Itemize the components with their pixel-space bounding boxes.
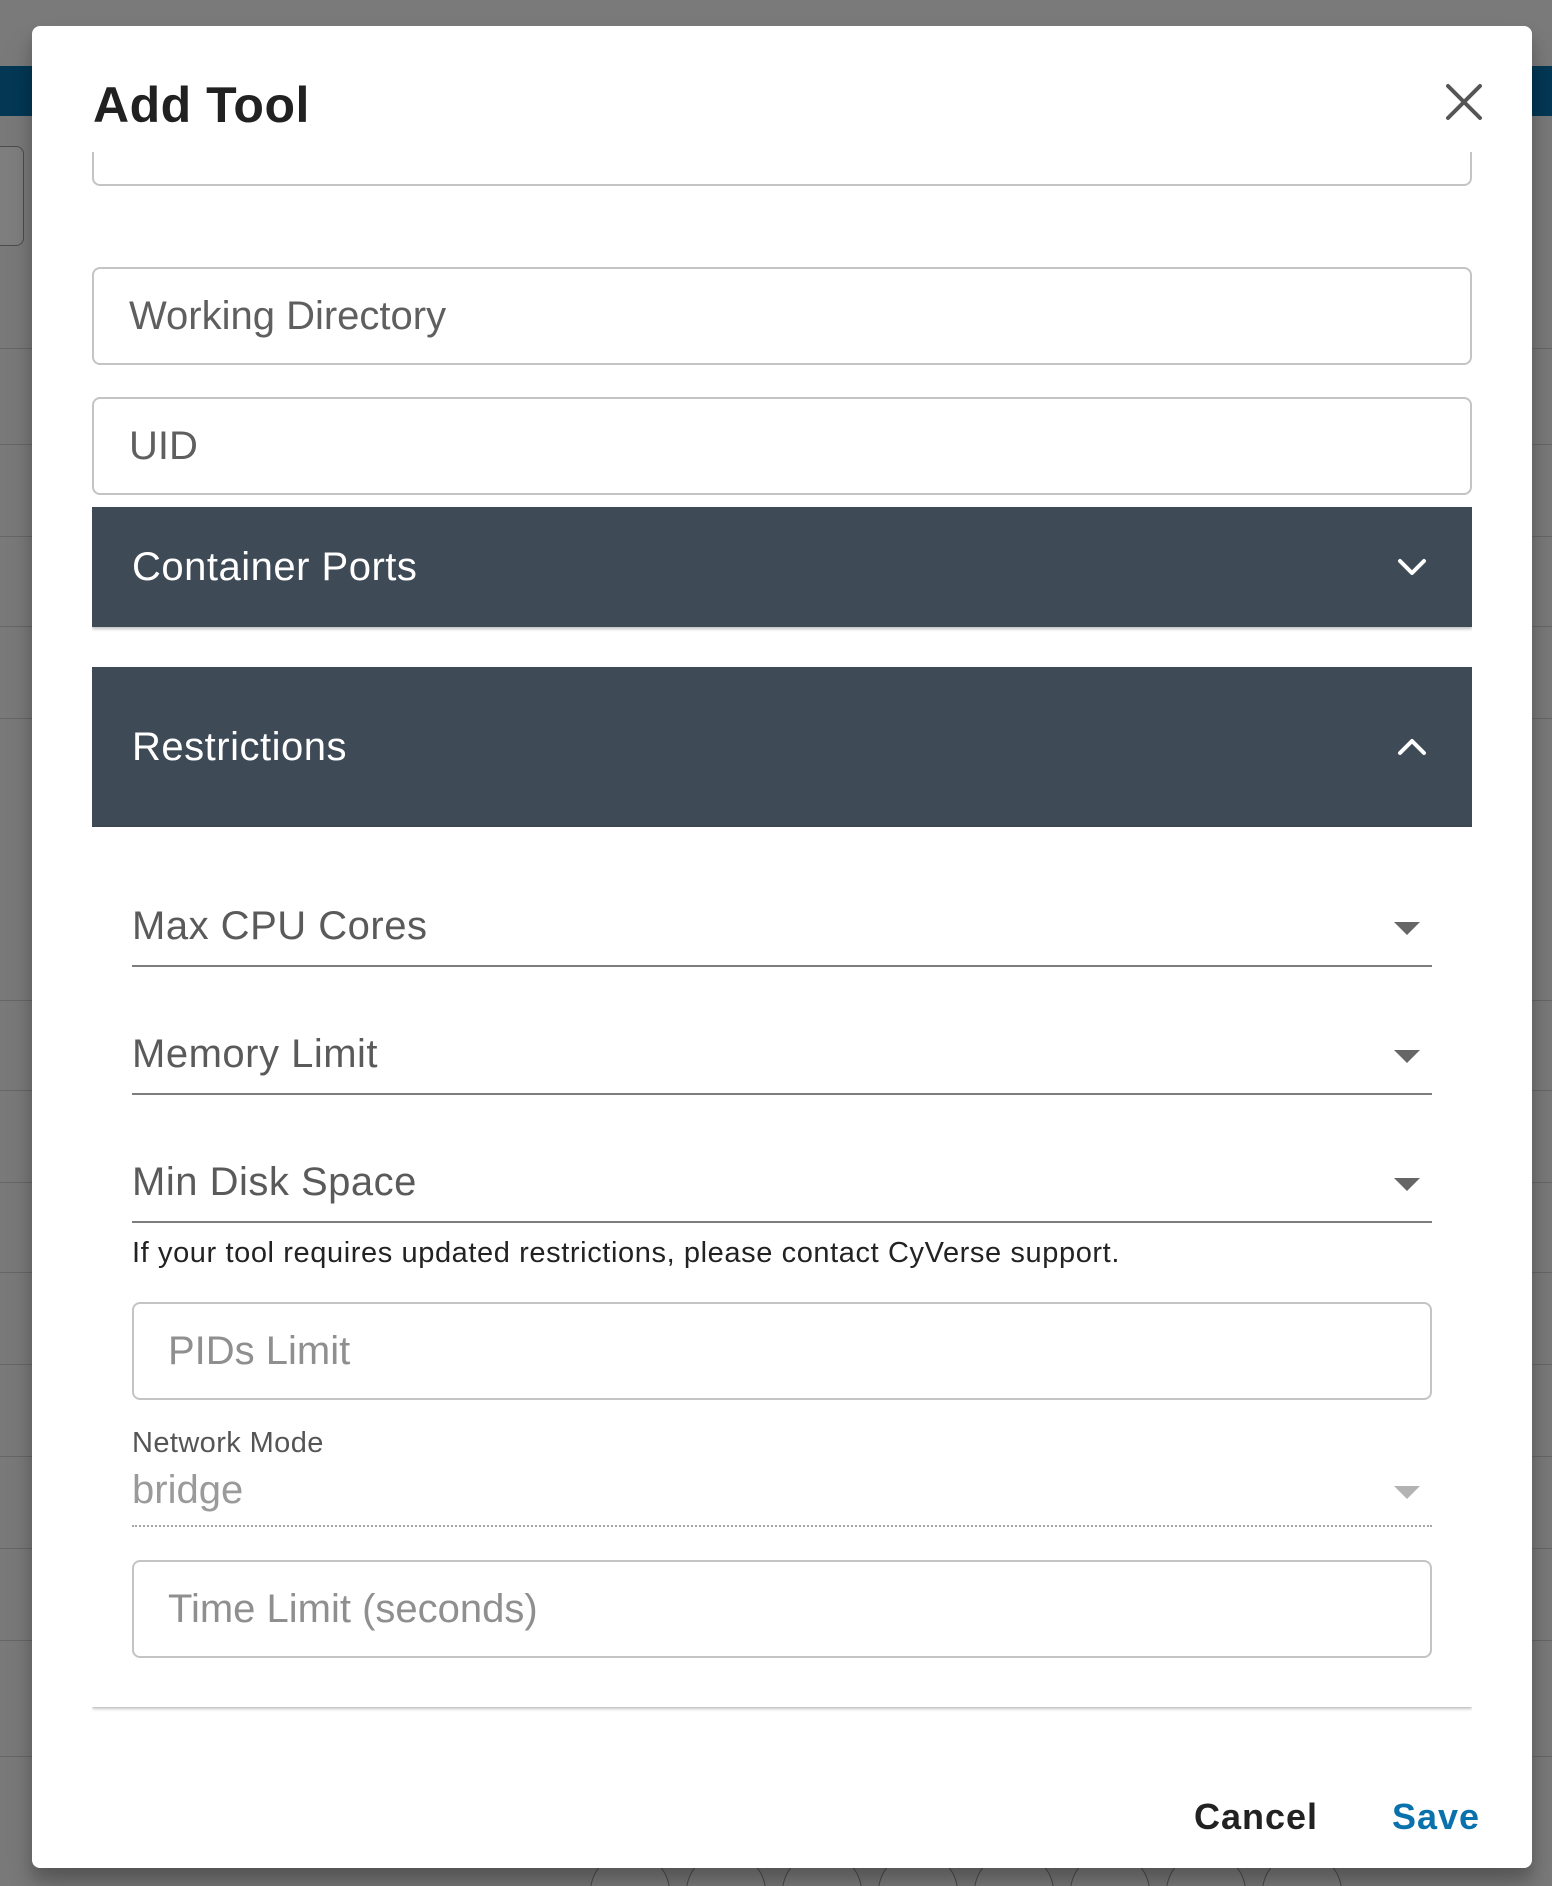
- working-directory-field[interactable]: Working Directory: [92, 267, 1472, 365]
- memory-limit-select[interactable]: Memory Limit: [132, 995, 1432, 1095]
- chevron-down-icon: [1398, 559, 1426, 575]
- memory-limit-label: Memory Limit: [132, 1032, 379, 1076]
- dropdown-arrow-icon: [1394, 1178, 1420, 1191]
- restrictions-panel: Max CPU Cores Memory Limit Min Disk Spac…: [92, 827, 1472, 1707]
- network-mode-label: Network Mode: [132, 1427, 324, 1459]
- container-ports-accordion-header[interactable]: Container Ports: [92, 507, 1472, 627]
- dialog-title: Add Tool: [93, 77, 310, 133]
- restrictions-label: Restrictions: [132, 724, 347, 769]
- min-disk-space-select[interactable]: Min Disk Space: [132, 1123, 1432, 1223]
- time-limit-field[interactable]: Time Limit (seconds): [132, 1560, 1432, 1658]
- close-button[interactable]: [1432, 70, 1496, 134]
- previous-field[interactable]: [92, 152, 1472, 186]
- restrictions-helper-text: If your tool requires updated restrictio…: [132, 1237, 1120, 1269]
- min-disk-space-label: Min Disk Space: [132, 1160, 417, 1204]
- pids-limit-field[interactable]: PIDs Limit: [132, 1302, 1432, 1400]
- dropdown-arrow-icon: [1394, 1050, 1420, 1063]
- restrictions-accordion-header[interactable]: Restrictions: [92, 667, 1472, 827]
- close-icon: [1446, 84, 1482, 120]
- dialog-content: Working Directory UID Container Ports Re…: [92, 152, 1472, 1742]
- dropdown-arrow-icon: [1394, 922, 1420, 935]
- max-cpu-cores-select[interactable]: Max CPU Cores: [132, 867, 1432, 967]
- network-mode-value: bridge: [132, 1468, 244, 1512]
- dropdown-arrow-icon: [1394, 1486, 1420, 1499]
- cancel-button[interactable]: Cancel: [1194, 1796, 1318, 1838]
- max-cpu-cores-label: Max CPU Cores: [132, 904, 428, 948]
- chevron-up-icon: [1398, 739, 1426, 755]
- uid-field[interactable]: UID: [92, 397, 1472, 495]
- container-ports-label: Container Ports: [132, 544, 418, 589]
- network-mode-select: bridge: [132, 1467, 1432, 1527]
- save-button[interactable]: Save: [1392, 1796, 1480, 1838]
- add-tool-dialog: Add Tool Working Directory UID Container…: [32, 26, 1532, 1868]
